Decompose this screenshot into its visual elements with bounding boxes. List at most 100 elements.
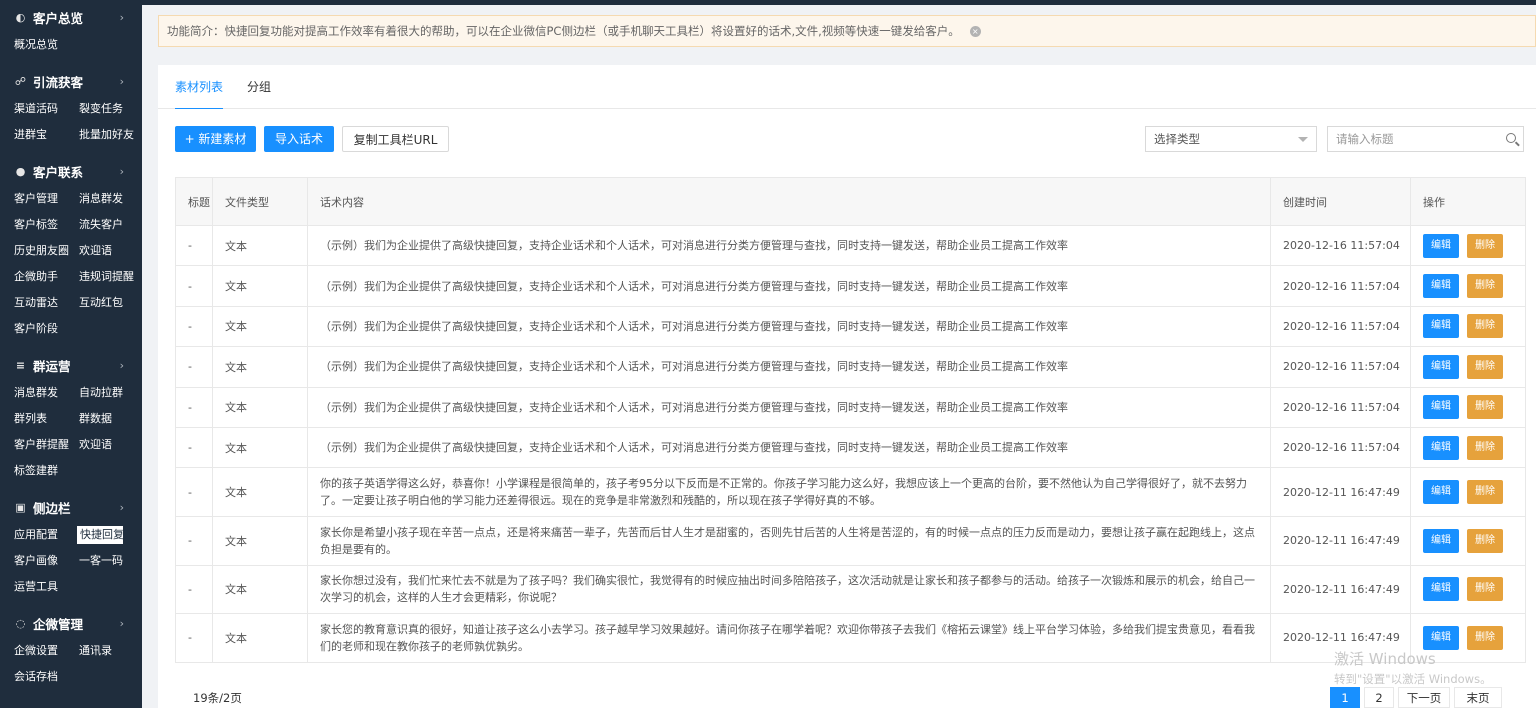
sidebar-section-5[interactable]: ◌ 企微管理 › bbox=[0, 608, 142, 638]
sidebar-item[interactable]: 历史朋友圈 bbox=[12, 238, 77, 264]
next-page-button[interactable]: 下一页 bbox=[1398, 687, 1450, 708]
delete-button[interactable]: 删除 bbox=[1467, 354, 1503, 379]
edit-button[interactable]: 编辑 bbox=[1423, 314, 1459, 339]
sidebar-item[interactable]: 标签建群 bbox=[12, 458, 77, 484]
delete-button[interactable]: 删除 bbox=[1467, 274, 1503, 299]
search-icon[interactable] bbox=[1506, 133, 1516, 143]
sidebar-item[interactable]: 欢迎语 bbox=[77, 238, 142, 264]
cell-actions: 编辑 删除 bbox=[1410, 564, 1526, 615]
sidebar-item[interactable]: 会话存档 bbox=[12, 664, 77, 690]
edit-button[interactable]: 编辑 bbox=[1423, 480, 1459, 505]
cell-actions: 编辑 删除 bbox=[1410, 467, 1526, 517]
sidebar-item[interactable]: 群列表 bbox=[12, 406, 77, 432]
sidebar-section-3[interactable]: ≡ 群运营 › bbox=[0, 350, 142, 380]
cell-title: - bbox=[175, 346, 213, 388]
sidebar-item[interactable]: 进群宝 bbox=[12, 122, 77, 148]
delete-button[interactable]: 删除 bbox=[1467, 528, 1503, 553]
sidebar-item[interactable]: 裂变任务 bbox=[77, 96, 142, 122]
delete-button[interactable]: 删除 bbox=[1467, 577, 1503, 602]
chevron-right-icon: › bbox=[119, 74, 124, 88]
sidebar-section-0[interactable]: ◐ 客户总览 › bbox=[0, 2, 142, 32]
edit-button[interactable]: 编辑 bbox=[1423, 435, 1459, 460]
cell-actions: 编辑 删除 bbox=[1410, 515, 1526, 566]
delete-button[interactable]: 删除 bbox=[1467, 435, 1503, 460]
page-button-2[interactable]: 2 bbox=[1364, 687, 1394, 708]
delete-button[interactable]: 删除 bbox=[1467, 480, 1503, 505]
sidebar-item[interactable]: 一客一码 bbox=[77, 548, 142, 574]
cell-actions: 编辑 删除 bbox=[1410, 426, 1526, 469]
delete-button[interactable]: 删除 bbox=[1467, 233, 1503, 258]
sidebar-item[interactable]: 消息群发 bbox=[12, 380, 77, 406]
sidebar-item[interactable]: 自动拉群 bbox=[77, 380, 142, 406]
sidebar-section-4[interactable]: ▣ 侧边栏 › bbox=[0, 492, 142, 522]
edit-button[interactable]: 编辑 bbox=[1423, 577, 1459, 602]
cell-content: （示例）我们为企业提供了高级快捷回复，支持企业话术和个人话术，可对消息进行分类方… bbox=[307, 426, 1271, 469]
header-title: 标题 bbox=[175, 177, 213, 226]
import-script-button[interactable]: 导入话术 bbox=[264, 126, 334, 152]
edit-button[interactable]: 编辑 bbox=[1423, 528, 1459, 553]
sidebar-item[interactable]: 客户阶段 bbox=[12, 316, 77, 342]
sidebar-item[interactable]: 通讯录 bbox=[77, 638, 142, 664]
title-search-input[interactable]: 请输入标题 bbox=[1327, 126, 1524, 152]
caret-down-icon bbox=[1298, 137, 1308, 142]
sidebar-item[interactable]: 流失客户 bbox=[77, 212, 142, 238]
sidebar-item[interactable]: 客户群提醒 bbox=[12, 432, 77, 458]
sidebar-item[interactable]: 渠道活码 bbox=[12, 96, 77, 122]
sidebar-item[interactable]: 运营工具 bbox=[12, 574, 77, 600]
tab-group[interactable]: 分组 bbox=[247, 65, 271, 109]
chevron-right-icon: › bbox=[119, 164, 124, 178]
cell-file-type: 文本 bbox=[212, 613, 308, 663]
table-row: - 文本 你的孩子英语学得这么好，恭喜你！小学课程是很简单的，孩子考95分以下反而是… bbox=[175, 467, 1526, 517]
chevron-right-icon: › bbox=[119, 616, 124, 630]
sidebar-item[interactable]: 互动雷达 bbox=[12, 290, 77, 316]
sidebar-item[interactable]: 快捷回复 bbox=[77, 526, 124, 544]
sidebar-item[interactable]: 企微设置 bbox=[12, 638, 77, 664]
sidebar-item[interactable]: 群数据 bbox=[77, 406, 142, 432]
delete-button[interactable]: 删除 bbox=[1467, 395, 1503, 420]
sidebar-item[interactable]: 企微助手 bbox=[12, 264, 77, 290]
chevron-right-icon: › bbox=[119, 500, 124, 514]
toolbar: + 新建素材 导入话术 复制工具栏URL 选择类型 请输入标题 bbox=[175, 126, 1536, 152]
sidebar-item[interactable]: 客户管理 bbox=[12, 186, 77, 212]
sidebar-item[interactable]: 互动红包 bbox=[77, 290, 142, 316]
cell-title: - bbox=[175, 426, 213, 469]
sidebar-section-2[interactable]: ● 客户联系 › bbox=[0, 156, 142, 186]
edit-button[interactable]: 编辑 bbox=[1423, 625, 1459, 650]
last-page-button[interactable]: 末页 bbox=[1454, 687, 1502, 708]
sidebar-item[interactable]: 欢迎语 bbox=[77, 432, 142, 458]
search-placeholder: 请输入标题 bbox=[1336, 132, 1394, 146]
sidebar-item[interactable]: 消息群发 bbox=[77, 186, 142, 212]
sidebar-section-1[interactable]: ☍ 引流获客 › bbox=[0, 66, 142, 96]
sidebar-item[interactable]: 违规词提醒 bbox=[77, 264, 142, 290]
tab-bar: 素材列表 分组 bbox=[158, 65, 1536, 109]
chart-pie-icon: ◐ bbox=[15, 10, 26, 24]
header-content: 话术内容 bbox=[307, 177, 1271, 226]
cell-created-time: 2020-12-16 11:57:04 bbox=[1270, 224, 1411, 267]
edit-button[interactable]: 编辑 bbox=[1423, 274, 1459, 299]
sidebar-submenu: 客户管理 消息群发 客户标签 流失客户 历史朋友圈 欢迎语 企微助手 违规词提醒 互动雷达 互动红… bbox=[0, 186, 142, 342]
sidebar-section-title: 企微管理 bbox=[33, 616, 84, 632]
sidebar-item[interactable]: 客户标签 bbox=[12, 212, 77, 238]
sidebar-submenu: 应用配置 快捷回复 客户画像 一客一码 运营工具 bbox=[0, 522, 142, 600]
cell-file-type: 文本 bbox=[212, 305, 308, 348]
tab-material-list[interactable]: 素材列表 bbox=[175, 65, 224, 109]
edit-button[interactable]: 编辑 bbox=[1423, 354, 1459, 379]
sidebar-item[interactable]: 批量加好友 bbox=[77, 122, 142, 148]
delete-button[interactable]: 删除 bbox=[1467, 314, 1503, 339]
edit-button[interactable]: 编辑 bbox=[1423, 233, 1459, 258]
user-icon: ● bbox=[15, 164, 26, 178]
new-material-button[interactable]: + 新建素材 bbox=[175, 126, 256, 152]
type-select[interactable]: 选择类型 bbox=[1145, 126, 1317, 152]
sidebar: ◐ 客户总览 › 概况总览 ☍ 引流获客 › 渠道活码 裂变任务 进群宝 批量加好友 ● 客户联系 › 客户… bbox=[0, 0, 142, 708]
copy-toolbar-url-button[interactable]: 复制工具栏URL bbox=[342, 126, 449, 152]
table-header-row: 标题 文件类型 话术内容 创建时间 操作 bbox=[175, 177, 1526, 226]
page-button-1[interactable]: 1 bbox=[1330, 687, 1360, 708]
content-panel: 素材列表 分组 + 新建素材 导入话术 复制工具栏URL 选择类型 请输入标题 … bbox=[158, 65, 1536, 708]
sidebar-item[interactable]: 客户画像 bbox=[12, 548, 77, 574]
cell-file-type: 文本 bbox=[212, 265, 308, 307]
sidebar-item[interactable]: 应用配置 bbox=[12, 522, 77, 548]
delete-button[interactable]: 删除 bbox=[1467, 625, 1503, 650]
edit-button[interactable]: 编辑 bbox=[1423, 395, 1459, 420]
sidebar-item[interactable]: 概况总览 bbox=[12, 32, 132, 58]
close-icon[interactable]: × bbox=[969, 25, 981, 37]
